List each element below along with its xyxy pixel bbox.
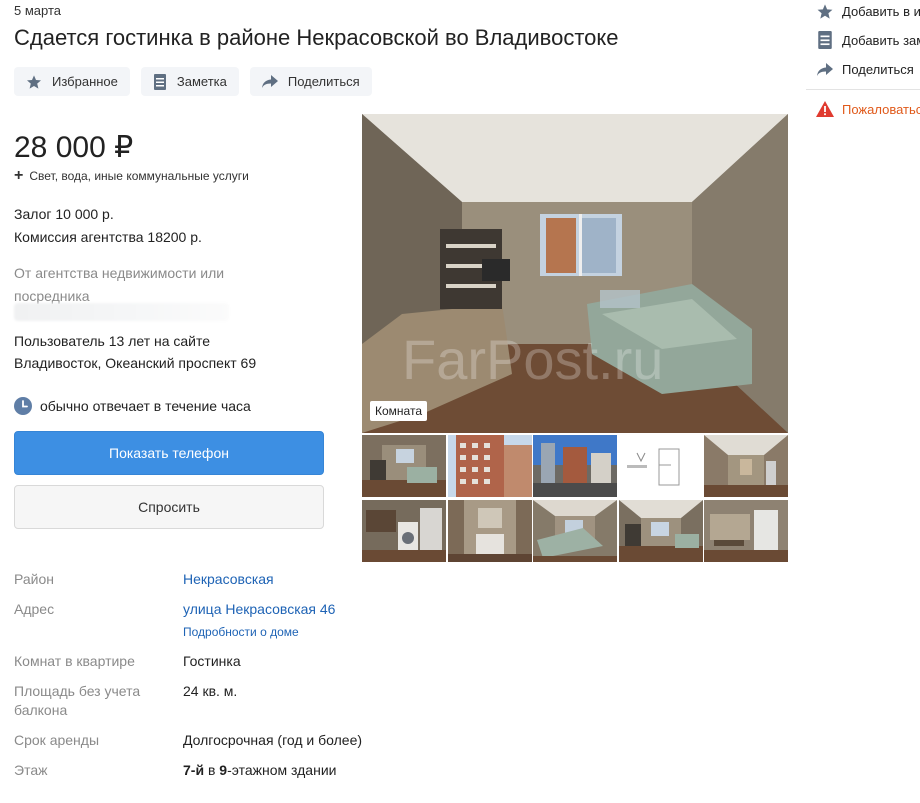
detail-value: 24 кв. м. — [183, 683, 238, 699]
favorite-button[interactable]: Избранное — [14, 67, 130, 96]
detail-label: Этаж — [14, 762, 48, 778]
thumbnail-7[interactable] — [447, 500, 532, 562]
sidebar-share[interactable]: Поделиться — [816, 62, 914, 77]
favorite-label: Избранное — [52, 74, 118, 89]
fees: Залог 10 000 р. Комиссия агентства 18200… — [14, 203, 202, 249]
detail-label: Комнат в квартире — [14, 653, 135, 669]
response-time: обычно отвечает в течение часа — [14, 397, 251, 415]
room-photo: FarPost.ru — [362, 114, 788, 433]
share-arrow-icon — [261, 74, 278, 88]
share-button[interactable]: Поделиться — [249, 67, 372, 96]
thumbnail-10[interactable] — [704, 500, 788, 562]
clock-icon — [14, 397, 32, 415]
detail-label: Срок аренды — [14, 732, 100, 748]
blurred-seller-name — [14, 303, 229, 321]
action-bar: Избранное Заметка Поделиться — [14, 67, 372, 96]
warning-icon — [816, 101, 834, 117]
response-time-text: обычно отвечает в течение часа — [40, 398, 251, 414]
photo-caption: Комната — [370, 401, 427, 421]
utilities-text: Свет, вода, иные коммунальные услуги — [29, 169, 249, 183]
thumbnail-6[interactable] — [362, 500, 446, 562]
ask-button[interactable]: Спросить — [14, 485, 324, 529]
star-icon — [27, 74, 41, 89]
note-button[interactable]: Заметка — [140, 67, 239, 96]
thumbnail-strip — [362, 435, 788, 562]
sidebar-divider — [806, 89, 920, 90]
thumbnail-1[interactable] — [362, 435, 446, 497]
utilities-note: + Свет, вода, иные коммунальные услуги — [14, 167, 249, 184]
seller-address: Владивосток, Океанский проспект 69 — [14, 355, 257, 371]
thumbnail-2[interactable] — [447, 435, 532, 497]
deposit-text: Залог 10 000 р. — [14, 206, 114, 222]
note-icon — [153, 73, 166, 90]
note-label: Заметка — [176, 74, 227, 89]
commission-text: Комиссия агентства 18200 р. — [14, 229, 202, 245]
watermark: FarPost.ru — [402, 328, 663, 391]
seller-info: Пользователь 13 лет на сайте Владивосток… — [14, 330, 256, 374]
detail-label: Адрес — [14, 601, 55, 617]
detail-label: Район — [14, 571, 54, 587]
sidebar-add-note[interactable]: Добавить зам — [816, 31, 920, 49]
detail-label: Площадь без учета балкона — [14, 683, 141, 718]
sidebar-add-favorites-label: Добавить в и — [842, 4, 920, 19]
page-title: Сдается гостинка в районе Некрасовской в… — [14, 25, 619, 50]
sidebar-complain-label: Пожаловатьс — [842, 101, 920, 117]
star-icon — [817, 4, 833, 19]
address-link[interactable]: улица Некрасовская 46 — [183, 600, 335, 619]
show-phone-button[interactable]: Показать телефон — [14, 431, 324, 475]
seller-since: Пользователь 13 лет на сайте — [14, 333, 211, 349]
price: 28 000 ₽ — [14, 131, 134, 164]
thumbnail-3[interactable] — [533, 435, 617, 497]
sidebar-complain[interactable]: Пожаловатьс — [816, 101, 920, 117]
thumbnail-5[interactable] — [704, 435, 788, 497]
thumbnail-9[interactable] — [618, 500, 703, 562]
sidebar-share-label: Поделиться — [842, 62, 914, 77]
detail-value: 7-й в 9-этажном здании — [183, 762, 337, 778]
thumbnail-8[interactable] — [533, 500, 617, 562]
share-label: Поделиться — [287, 74, 360, 89]
detail-value: Гостинка — [183, 653, 241, 669]
sidebar-add-note-label: Добавить зам — [842, 32, 920, 48]
listing-date: 5 марта — [14, 3, 61, 18]
sidebar-add-favorites[interactable]: Добавить в и — [816, 3, 920, 20]
note-icon — [818, 31, 832, 49]
thumbnail-4-floorplan[interactable] — [618, 435, 703, 497]
detail-value: Долгосрочная (год и более) — [183, 732, 363, 748]
district-link[interactable]: Некрасовская — [183, 570, 274, 589]
main-photo[interactable]: FarPost.ru Комната — [362, 114, 788, 433]
plus-icon: + — [14, 167, 24, 184]
house-details-link[interactable]: Подробности о доме — [183, 625, 299, 639]
share-arrow-icon — [817, 62, 833, 76]
seller-type: От агентства недвижимости или посредника — [14, 265, 225, 304]
